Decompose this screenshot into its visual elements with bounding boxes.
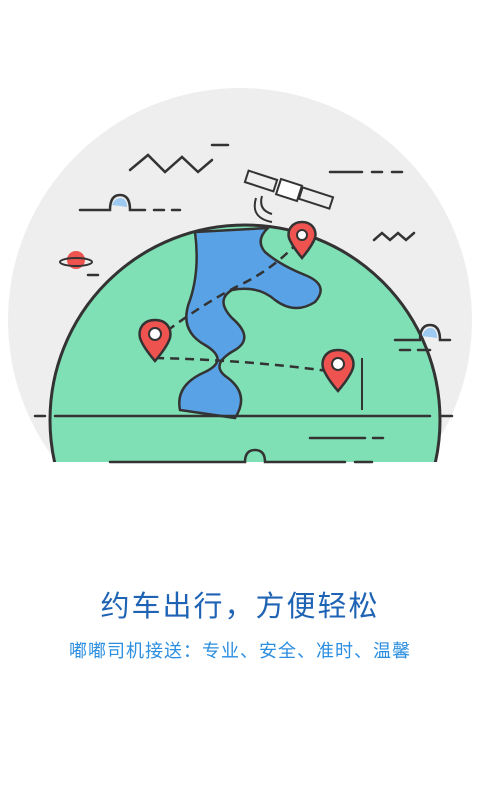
splash-illustration — [0, 0, 480, 480]
page-subtitle: 嘟嘟司机接送：专业、安全、准时、温馨 — [69, 641, 411, 662]
page-title: 约车出行，方便轻松 — [100, 589, 380, 623]
